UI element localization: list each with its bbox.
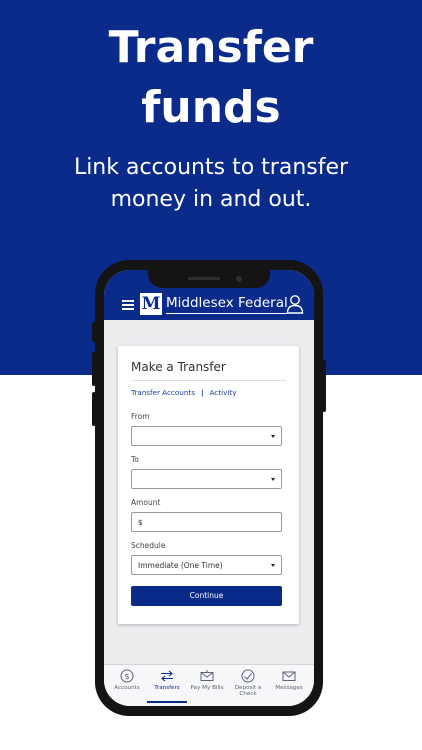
form-title: Make a Transfer: [131, 360, 226, 374]
nav-label-transfers: Transfers: [154, 685, 180, 691]
brand-logo: M: [140, 293, 162, 315]
hero-subtitle: Link accounts to transfer money in and o…: [0, 152, 422, 216]
envelope-icon: [200, 670, 214, 681]
nav-label-accounts: Accounts: [114, 685, 140, 691]
amount-input-value: $: [138, 518, 143, 527]
nav-label-deposit-check: Deposit a Check: [234, 685, 262, 697]
amount-input[interactable]: $: [131, 512, 282, 532]
phone-frame: M Middlesex Federal Make a Transfer Tran…: [92, 260, 326, 716]
nav-item-transfers[interactable]: Transfers: [147, 669, 187, 691]
mail-icon: [282, 671, 296, 681]
chevron-down-icon: [271, 435, 275, 438]
phone-power-button: [322, 360, 326, 412]
to-select[interactable]: [131, 469, 282, 489]
transfer-arrows-icon: [161, 670, 173, 682]
dollar-circle-icon: $: [120, 669, 134, 683]
active-tab-indicator: [147, 701, 187, 703]
chevron-down-icon: [271, 478, 275, 481]
hero-title-line2: funds: [141, 82, 281, 133]
tab-activity[interactable]: Activity: [210, 388, 237, 397]
to-label: To: [131, 455, 139, 464]
nav-label-pay-bills: Pay My Bills: [190, 685, 224, 691]
nav-item-accounts[interactable]: $ Accounts: [107, 669, 147, 691]
user-profile-icon[interactable]: [286, 294, 304, 314]
phone-mute-switch: [92, 322, 96, 342]
amount-label: Amount: [131, 498, 161, 507]
svg-text:$: $: [124, 672, 129, 681]
tab-separator: |: [200, 388, 204, 397]
tab-transfer-accounts[interactable]: Transfer Accounts: [131, 388, 195, 397]
hero-subtitle-line1: Link accounts to transfer: [73, 155, 349, 180]
phone-volume-up: [92, 352, 96, 386]
transfer-form-card: Make a Transfer Transfer Accounts | Activi…: [118, 346, 299, 624]
speaker-grille: [188, 277, 220, 280]
schedule-select-value: Immediate (One Time): [138, 561, 223, 570]
front-camera: [236, 276, 242, 282]
hero-title-line1: Transfer: [108, 22, 314, 73]
chevron-down-icon: [271, 564, 275, 567]
nav-item-pay-bills[interactable]: Pay My Bills: [187, 669, 227, 691]
hamburger-menu-icon[interactable]: [122, 300, 134, 310]
continue-button[interactable]: Continue: [131, 586, 282, 606]
from-select[interactable]: [131, 426, 282, 446]
nav-item-messages[interactable]: Messages: [269, 669, 309, 691]
hero-subtitle-line2: money in and out.: [110, 187, 312, 212]
hero-title: Transfer funds: [0, 18, 422, 138]
nav-label-messages: Messages: [275, 685, 303, 691]
check-deposit-icon: [241, 669, 255, 683]
bottom-nav: $ Accounts Transfers Pay My Bills Deposi…: [104, 664, 314, 706]
schedule-select[interactable]: Immediate (One Time): [131, 555, 282, 575]
title-divider: [131, 380, 286, 381]
nav-item-deposit-check[interactable]: Deposit a Check: [228, 669, 268, 697]
from-label: From: [131, 412, 150, 421]
phone-notch: [148, 270, 270, 288]
phone-volume-down: [92, 392, 96, 426]
form-tabs: Transfer Accounts | Activity: [131, 388, 236, 397]
schedule-label: Schedule: [131, 541, 166, 550]
phone-screen: M Middlesex Federal Make a Transfer Tran…: [104, 270, 314, 706]
brand-name: Middlesex Federal: [166, 294, 288, 314]
